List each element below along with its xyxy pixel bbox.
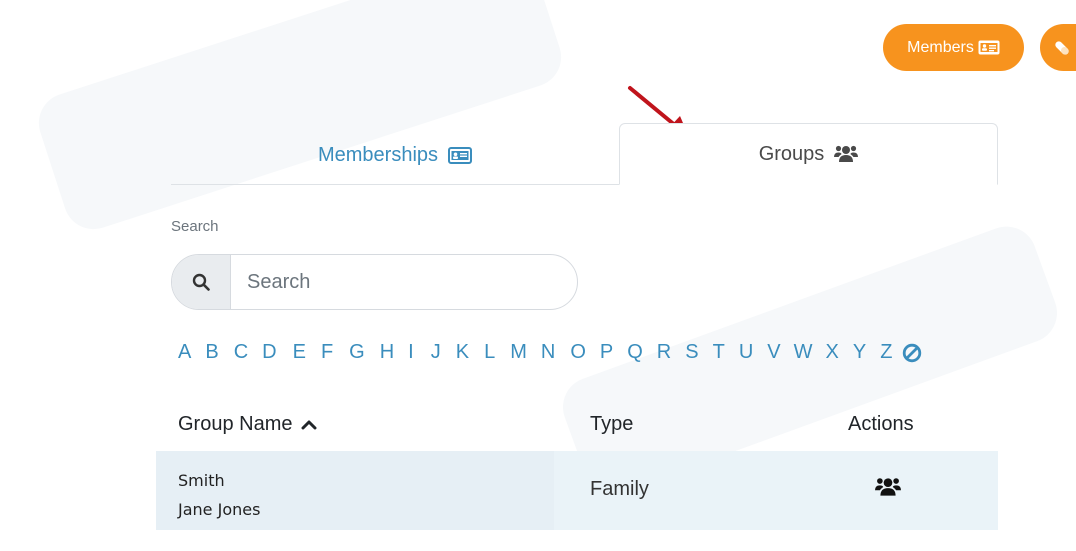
letter-d[interactable]: D	[262, 341, 276, 364]
letter-t[interactable]: T	[713, 341, 725, 364]
group-name-line2: Jane Jones	[178, 500, 261, 519]
letter-r[interactable]: R	[657, 341, 671, 364]
letter-x[interactable]: X	[826, 341, 839, 364]
letter-y[interactable]: Y	[853, 341, 866, 364]
letter-k[interactable]: K	[456, 341, 469, 364]
column-header-group-name-label: Group Name	[178, 413, 293, 435]
members-button[interactable]: Members	[883, 24, 1024, 71]
letter-l[interactable]: L	[484, 341, 495, 364]
tab-groups[interactable]: Groups	[619, 123, 998, 185]
letter-o[interactable]: O	[570, 341, 586, 364]
search-addon	[172, 255, 231, 309]
letter-h[interactable]: H	[380, 341, 394, 364]
letter-i[interactable]: I	[408, 341, 414, 364]
letter-m[interactable]: M	[510, 341, 527, 364]
letter-f[interactable]: F	[321, 341, 333, 364]
search-label: Search	[171, 218, 219, 235]
table-row: Smith Jane Jones Family	[156, 451, 998, 530]
search-icon	[192, 273, 210, 291]
letter-g[interactable]: G	[349, 341, 365, 364]
group-type: Family	[590, 478, 649, 500]
letter-q[interactable]: Q	[627, 341, 643, 364]
view-group-button[interactable]	[875, 476, 901, 503]
letter-p[interactable]: P	[600, 341, 613, 364]
tab-memberships-label: Memberships	[317, 143, 439, 166]
letter-e[interactable]: E	[293, 341, 306, 364]
column-header-type-label: Type	[590, 413, 634, 435]
pill-icon	[1055, 40, 1069, 55]
letter-z[interactable]: Z	[880, 341, 892, 364]
column-header-type: Type	[590, 413, 633, 436]
search-input[interactable]	[231, 255, 577, 309]
column-header-actions-label: Actions	[848, 413, 914, 435]
letter-c[interactable]: C	[234, 341, 248, 364]
pill-button[interactable]	[1040, 24, 1076, 71]
tab-groups-label: Groups	[758, 142, 825, 165]
letter-u[interactable]: U	[739, 341, 753, 364]
users-icon	[834, 145, 859, 162]
group-name-line1: Smith	[178, 471, 225, 490]
column-header-actions: Actions	[848, 413, 914, 436]
members-button-label: Members	[907, 38, 974, 56]
background-decoration	[31, 0, 569, 237]
letter-v[interactable]: V	[767, 341, 780, 364]
alphabet-filter: A B C D E F G H I J K L M N O P Q R S T …	[178, 341, 922, 364]
tab-bar: Memberships Groups	[171, 123, 998, 185]
group-name: Smith Jane Jones	[178, 466, 260, 524]
letter-w[interactable]: W	[794, 341, 813, 364]
ban-icon[interactable]	[902, 343, 922, 363]
tab-memberships[interactable]: Memberships	[171, 123, 619, 185]
search-bar	[171, 254, 578, 310]
id-card-icon	[978, 40, 1000, 55]
chevron-up-icon	[301, 420, 316, 430]
column-header-group-name[interactable]: Group Name	[178, 413, 317, 436]
users-icon	[875, 478, 901, 496]
id-card-icon	[448, 146, 473, 164]
letter-b[interactable]: B	[205, 341, 218, 364]
letter-a[interactable]: A	[178, 341, 191, 364]
letter-s[interactable]: S	[685, 341, 698, 364]
letter-j[interactable]: J	[431, 341, 441, 364]
letter-n[interactable]: N	[541, 341, 555, 364]
